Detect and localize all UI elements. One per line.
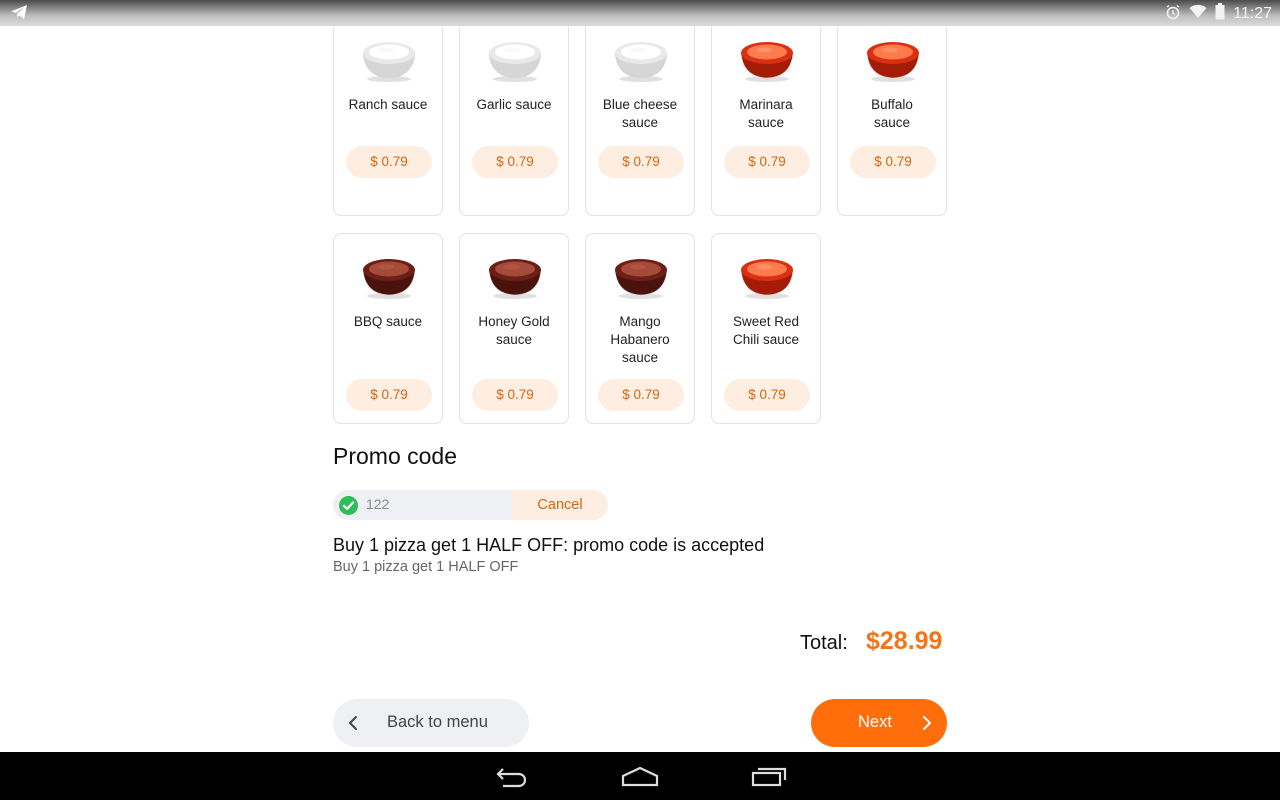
sauce-bowl-image [614, 259, 668, 299]
sauce-bowl-image [740, 42, 794, 82]
sauce-card[interactable]: Honey Gold sauce $ 0.79 [459, 233, 569, 424]
sauce-price-button[interactable]: $ 0.79 [346, 379, 432, 411]
promo-cancel-button[interactable]: Cancel [512, 490, 608, 520]
next-label: Next [858, 713, 892, 731]
back-to-menu-button[interactable]: Back to menu [333, 699, 529, 747]
sauce-bowl-image [362, 42, 416, 82]
status-time: 11:27 [1233, 5, 1272, 22]
sauce-name: Buffalo sauce [871, 97, 913, 130]
chevron-left-icon [347, 715, 359, 736]
sauce-price-button[interactable]: $ 0.79 [724, 379, 810, 411]
back-icon[interactable] [495, 764, 529, 793]
back-to-menu-label: Back to menu [387, 713, 488, 731]
sauce-card[interactable]: Mango Habanero sauce $ 0.79 [585, 233, 695, 424]
sauce-price-button[interactable]: $ 0.79 [472, 379, 558, 411]
sauce-bowl-image [488, 259, 542, 299]
sauce-bowl-image [488, 42, 542, 82]
sauce-name: Marinara sauce [739, 97, 793, 130]
telegram-icon [10, 4, 28, 25]
sauce-card[interactable]: Garlic sauce $ 0.79 [459, 26, 569, 216]
sauce-card[interactable]: Marinara sauce $ 0.79 [711, 26, 821, 216]
sauce-price-button[interactable]: $ 0.79 [598, 379, 684, 411]
promo-code-field[interactable]: 122 Cancel [333, 490, 608, 520]
check-icon [339, 496, 358, 515]
sauce-name: Ranch sauce [348, 97, 428, 112]
sauce-name: Garlic sauce [476, 97, 552, 112]
sauce-price-button[interactable]: $ 0.79 [346, 146, 432, 178]
promo-subtext: Buy 1 pizza get 1 HALF OFF [333, 559, 519, 575]
sauce-card[interactable]: Ranch sauce $ 0.79 [333, 26, 443, 216]
sauce-price-button[interactable]: $ 0.79 [598, 146, 684, 178]
sauce-price-button[interactable]: $ 0.79 [724, 146, 810, 178]
sauce-name: BBQ sauce [353, 314, 423, 329]
checkout-content: Ranch sauce $ 0.79 Garlic sauce $ 0.79 Blue … [0, 26, 1280, 752]
recents-icon[interactable] [751, 764, 787, 793]
promo-title: Promo code [333, 443, 458, 469]
next-button[interactable]: Next [811, 699, 947, 747]
sauce-bowl-image [740, 259, 794, 299]
sauce-card[interactable]: BBQ sauce $ 0.79 [333, 233, 443, 424]
sauce-card[interactable]: Blue cheese sauce $ 0.79 [585, 26, 695, 216]
sauce-bowl-image [614, 42, 668, 82]
wifi-icon [1189, 4, 1207, 24]
chevron-right-icon [921, 715, 933, 736]
sauce-price-button[interactable]: $ 0.79 [850, 146, 936, 178]
sauce-name: Honey Gold sauce [478, 314, 550, 347]
sauce-name: Sweet Red Chili sauce [732, 314, 800, 347]
sauce-name: Blue cheese sauce [602, 97, 678, 130]
alarm-icon [1165, 4, 1181, 25]
sauce-price-button[interactable]: $ 0.79 [472, 146, 558, 178]
sauce-bowl-image [866, 42, 920, 82]
promo-message: Buy 1 pizza get 1 HALF OFF: promo code i… [333, 535, 765, 555]
total-value: $28.99 [866, 627, 943, 655]
sauce-bowl-image [362, 259, 416, 299]
battery-icon [1215, 3, 1225, 25]
sauce-card[interactable]: Buffalo sauce $ 0.79 [837, 26, 947, 216]
sauce-name: Mango Habanero sauce [610, 314, 670, 365]
total-label: Total: [800, 632, 848, 654]
android-nav-bar [0, 752, 1280, 800]
status-bar: 11:27 [0, 0, 1280, 26]
promo-code-value[interactable]: 122 [366, 496, 389, 512]
sauce-card[interactable]: Sweet Red Chili sauce $ 0.79 [711, 233, 821, 424]
home-icon[interactable] [621, 764, 659, 793]
